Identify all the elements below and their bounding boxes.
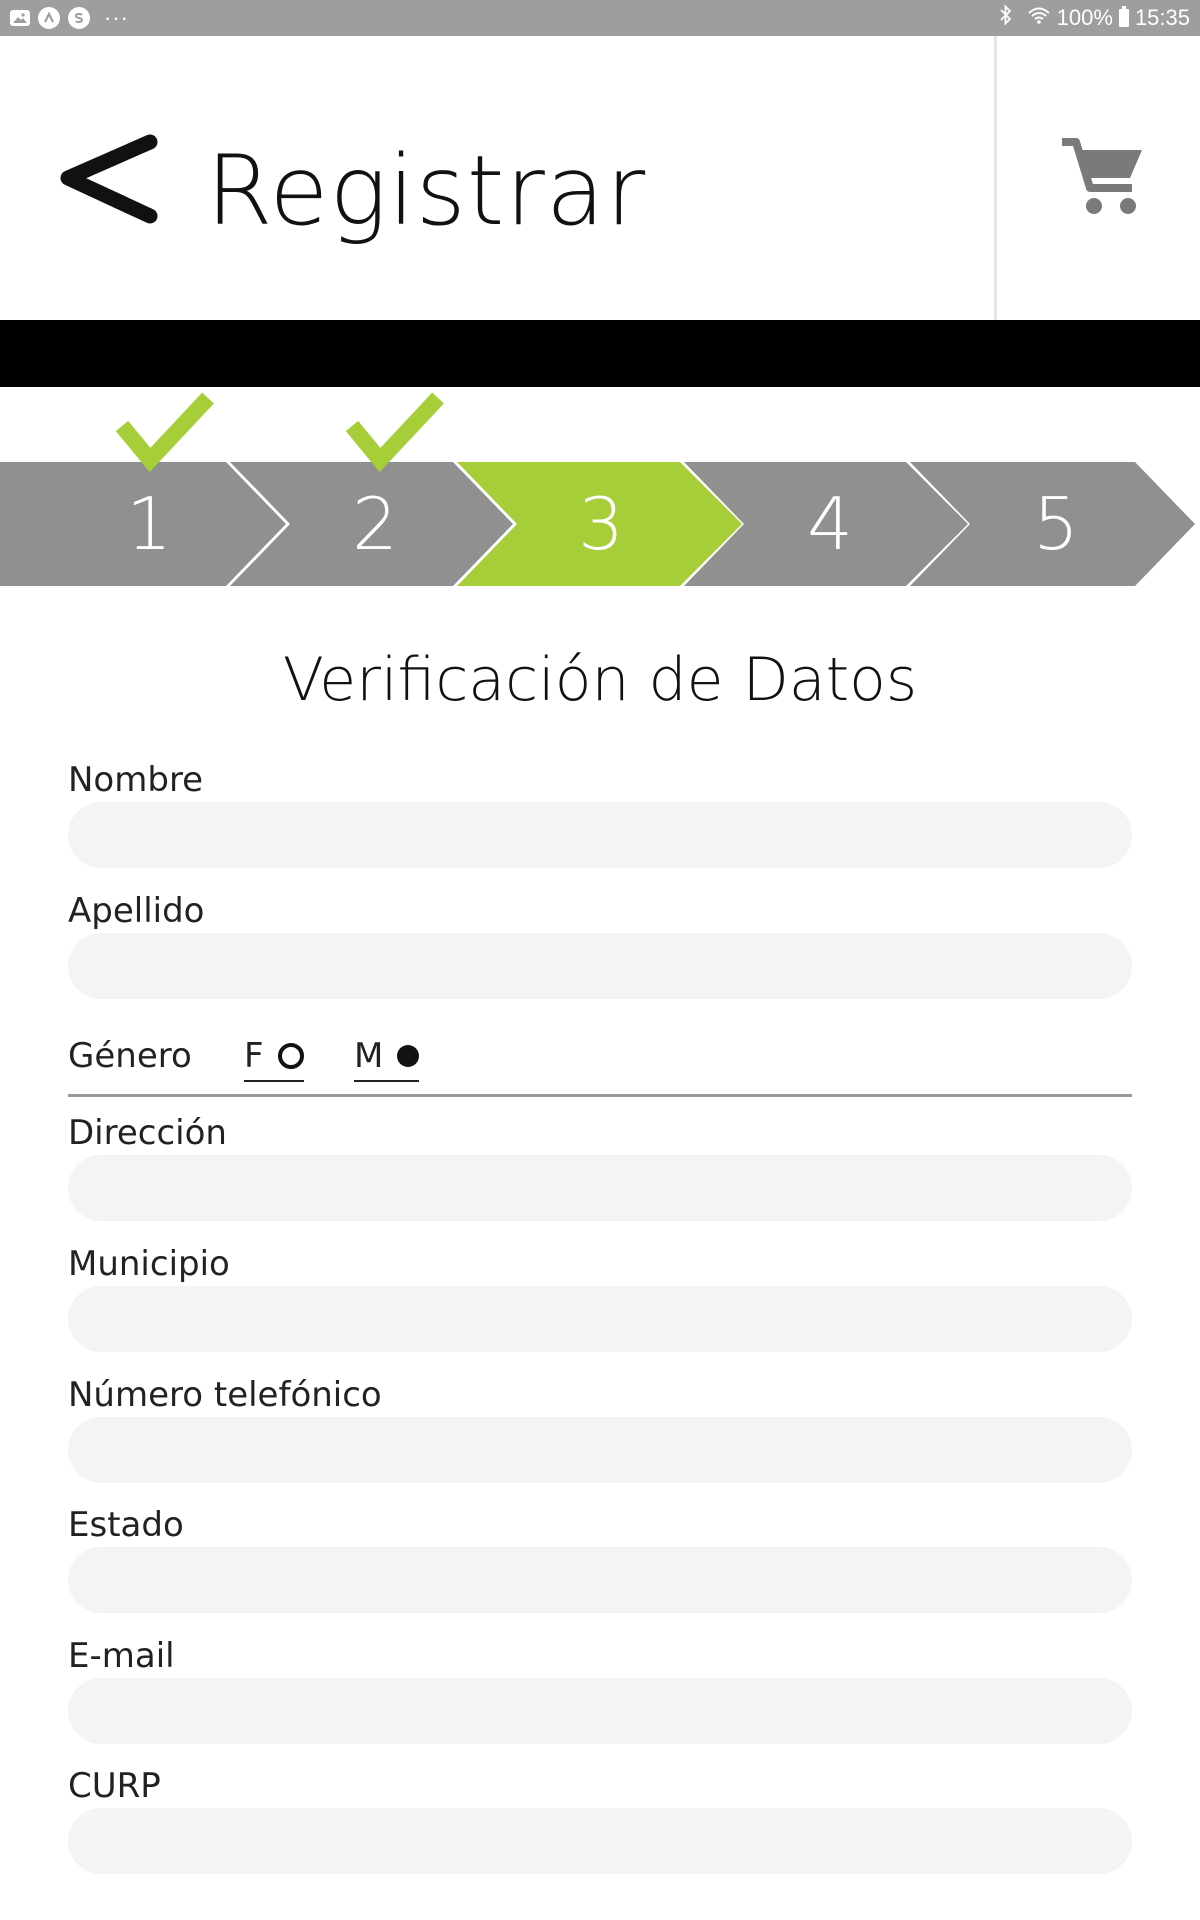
gender-option-f-label: F [244, 1036, 264, 1076]
apellido-label: Apellido [68, 891, 205, 931]
curp-input[interactable] [68, 1808, 1132, 1874]
telefono-label: Número telefónico [68, 1375, 382, 1415]
overflow-dots: ··· [104, 5, 129, 30]
nombre-label: Nombre [68, 760, 204, 800]
back-button[interactable] [56, 126, 166, 246]
step-progress: 1 2 3 4 5 [0, 390, 1200, 590]
gender-option-m[interactable]: M [354, 1032, 420, 1082]
battery-icon [1118, 6, 1129, 27]
a-icon [38, 7, 60, 29]
email-input[interactable] [68, 1678, 1132, 1744]
cart-button[interactable] [1060, 136, 1144, 220]
email-label: E-mail [68, 1636, 175, 1676]
status-left-icons: ··· [10, 6, 129, 30]
estado-label: Estado [68, 1505, 184, 1545]
gender-label: Género [68, 1036, 192, 1076]
status-right-icons: 100% 15:35 [999, 4, 1190, 32]
page-title: Registrar [206, 135, 647, 247]
step-4-label: 4 [807, 482, 853, 566]
apellido-input[interactable] [68, 933, 1132, 999]
header-divider [994, 36, 997, 320]
image-icon [10, 10, 30, 26]
municipio-input[interactable] [68, 1286, 1132, 1352]
step-3-label: 3 [578, 482, 624, 566]
nombre-input[interactable] [68, 802, 1132, 868]
form-title: Verificación de Datos [282, 645, 918, 715]
battery-percent: 100% [1056, 5, 1113, 30]
estado-input[interactable] [68, 1547, 1132, 1613]
cart-icon [1062, 138, 1142, 214]
gender-option-m-label: M [354, 1036, 384, 1076]
step-1-check-icon [115, 392, 214, 473]
step-2-label: 2 [352, 482, 398, 566]
radio-selected-icon[interactable] [397, 1045, 420, 1067]
header-band [0, 320, 1200, 387]
direccion-input[interactable] [68, 1155, 1132, 1221]
status-bar: ··· 100% 15:35 [0, 0, 1200, 36]
step-5-label: 5 [1033, 482, 1079, 566]
wifi-icon [1027, 5, 1051, 31]
municipio-label: Municipio [68, 1244, 230, 1284]
step-1-label: 1 [126, 482, 172, 566]
s-icon [68, 7, 90, 29]
curp-label: CURP [68, 1766, 161, 1806]
radio-unselected-icon[interactable] [277, 1043, 304, 1069]
step-2-check-icon [345, 392, 444, 473]
telefono-input[interactable] [68, 1417, 1132, 1483]
clock: 15:35 [1134, 5, 1190, 30]
gender-option-f[interactable]: F [244, 1032, 304, 1082]
direccion-label: Dirección [68, 1113, 227, 1153]
bluetooth-icon [999, 4, 1013, 32]
app-header: Registrar [0, 36, 1200, 320]
gender-row: Género F M [68, 1028, 1132, 1097]
chevron-left-icon [60, 134, 158, 224]
